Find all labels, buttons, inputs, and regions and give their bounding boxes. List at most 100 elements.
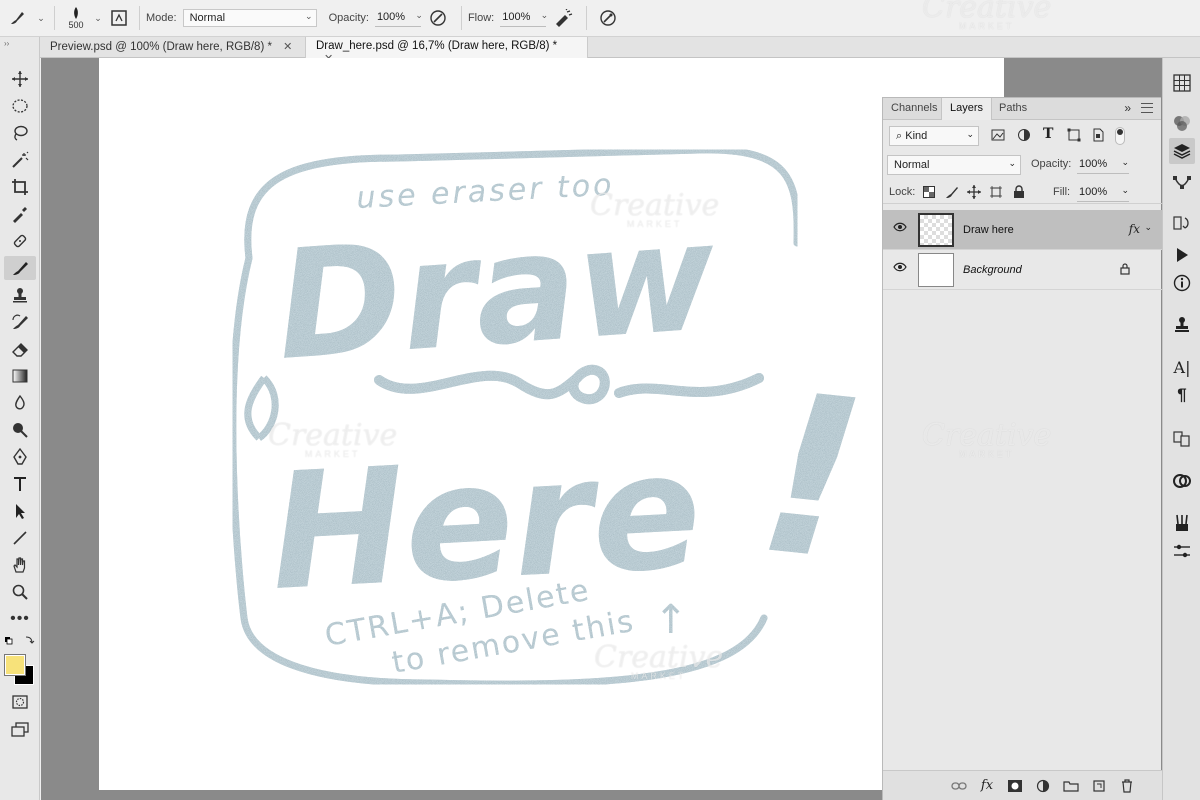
- paths-panel-icon[interactable]: [1169, 170, 1195, 196]
- layers-panel-icon[interactable]: [1169, 138, 1195, 164]
- libraries-cc-icon[interactable]: [1169, 468, 1195, 494]
- fill-field[interactable]: 100% ⌄: [1077, 184, 1129, 202]
- shape-filter-icon[interactable]: [1067, 128, 1081, 145]
- airbrush-icon[interactable]: [546, 0, 580, 37]
- lock-artboard-icon[interactable]: [989, 185, 1003, 202]
- add-mask-icon[interactable]: [1004, 775, 1026, 797]
- magic-wand-tool-icon[interactable]: [4, 148, 36, 172]
- smart-object-filter-icon[interactable]: [1091, 128, 1105, 145]
- pressure-opacity-icon[interactable]: [421, 0, 455, 37]
- brushes-panel-icon[interactable]: [1169, 510, 1195, 536]
- tab-label: Preview.psd @ 100% (Draw here, RGB/8) *: [50, 41, 272, 53]
- visibility-eye-icon[interactable]: [893, 222, 907, 235]
- layers-panel: Channels Layers Paths » ⌕ Kind ⌄ T Norma…: [882, 97, 1162, 800]
- glyphs-panel-icon[interactable]: [1169, 426, 1195, 452]
- eraser-tool-icon[interactable]: [4, 337, 36, 361]
- blur-tool-icon[interactable]: [4, 391, 36, 415]
- crop-tool-icon[interactable]: [4, 175, 36, 199]
- default-colors-icon[interactable]: [4, 635, 36, 647]
- panel-menu-icon[interactable]: [1141, 103, 1153, 113]
- dodge-tool-icon[interactable]: [4, 418, 36, 442]
- eyedropper-tool-icon[interactable]: [4, 202, 36, 226]
- quick-mask-icon[interactable]: [4, 690, 36, 714]
- lasso-tool-icon[interactable]: [4, 121, 36, 145]
- new-adjustment-layer-icon[interactable]: [1032, 775, 1054, 797]
- layer-row-draw-here[interactable]: Draw here fx ⌄: [883, 210, 1162, 250]
- layer-name: Draw here: [963, 224, 1014, 236]
- info-icon[interactable]: [1169, 270, 1195, 296]
- blend-mode-select[interactable]: Normal ⌄: [887, 155, 1021, 175]
- histogram-grid-icon[interactable]: [1169, 70, 1195, 96]
- lock-position-icon[interactable]: [967, 185, 981, 202]
- actions-play-icon[interactable]: [1169, 242, 1195, 268]
- type-tool-icon[interactable]: [4, 472, 36, 496]
- filter-type-select[interactable]: ⌕ Kind ⌄: [889, 126, 979, 146]
- visibility-eye-icon[interactable]: [893, 262, 907, 275]
- blend-row: Normal ⌄ Opacity: 100% ⌄: [883, 154, 1162, 176]
- close-icon[interactable]: ✕: [283, 41, 292, 53]
- brush-tool-icon[interactable]: [4, 256, 36, 280]
- line-tool-icon[interactable]: [4, 526, 36, 550]
- pixel-filter-icon[interactable]: [991, 128, 1005, 145]
- clone-stamp-tool-icon[interactable]: [4, 283, 36, 307]
- pen-tool-icon[interactable]: [4, 445, 36, 469]
- adjustment-filter-icon[interactable]: [1017, 128, 1031, 145]
- tab-preview-document[interactable]: Preview.psd @ 100% (Draw here, RGB/8) * …: [40, 37, 306, 58]
- lock-transparent-pixels-icon[interactable]: [923, 186, 935, 201]
- brush-size-chevron-down-icon[interactable]: ⌄: [91, 0, 105, 37]
- new-group-icon[interactable]: [1060, 775, 1082, 797]
- layer-thumbnail: [918, 253, 954, 287]
- adjustments-sliders-icon[interactable]: [1169, 538, 1195, 564]
- marquee-tool-icon[interactable]: [4, 94, 36, 118]
- tab-draw-here-document[interactable]: Draw_here.psd @ 16,7% (Draw here, RGB/8)…: [306, 37, 588, 65]
- lock-image-pixels-icon[interactable]: [945, 185, 959, 202]
- opacity-value: 100%: [376, 11, 406, 23]
- path-selection-tool-icon[interactable]: [4, 499, 36, 523]
- artwork-exclamation: !: [749, 345, 876, 610]
- hand-tool-icon[interactable]: [4, 553, 36, 577]
- separator: [460, 6, 462, 30]
- layer-opacity-field[interactable]: 100% ⌄: [1077, 156, 1129, 174]
- history-brush-tool-icon[interactable]: [4, 310, 36, 334]
- brush-size-picker[interactable]: 500: [61, 0, 91, 37]
- move-tool-icon[interactable]: [4, 67, 36, 91]
- healing-brush-tool-icon[interactable]: [4, 229, 36, 253]
- more-tools-icon[interactable]: •••: [4, 607, 36, 631]
- filter-toggle[interactable]: [1115, 127, 1125, 145]
- color-swatches-icon[interactable]: [1169, 110, 1195, 136]
- flow-field[interactable]: 100% ⌄: [500, 9, 548, 27]
- pressure-size-icon[interactable]: [593, 0, 623, 37]
- lock-all-icon[interactable]: [1013, 185, 1025, 202]
- character-panel-icon[interactable]: A|: [1169, 354, 1195, 380]
- tab-paths[interactable]: Paths: [991, 98, 1035, 120]
- tab-channels[interactable]: Channels: [883, 98, 945, 120]
- zoom-tool-icon[interactable]: [4, 580, 36, 604]
- preset-chevron-down-icon[interactable]: ⌄: [34, 0, 48, 37]
- paragraph-panel-icon[interactable]: ¶: [1169, 382, 1195, 408]
- chevron-down-icon[interactable]: ⌄: [1144, 222, 1152, 233]
- separator: [54, 6, 55, 30]
- gradient-tool-icon[interactable]: [4, 364, 36, 388]
- document-canvas[interactable]: use eraser too Draw Here ! CTRL+A; Delet…: [99, 58, 1004, 790]
- add-layer-style-icon[interactable]: fx: [976, 775, 998, 797]
- clone-source-icon[interactable]: [1169, 312, 1195, 338]
- brush-settings-panel-icon[interactable]: [105, 0, 133, 37]
- mode-select[interactable]: Normal ⌄: [182, 9, 317, 27]
- collapse-toolbar-icon[interactable]: ››: [4, 39, 9, 48]
- chevron-down-icon: ⌄: [966, 129, 974, 139]
- collapse-panel-icon[interactable]: »: [1124, 101, 1131, 115]
- history-panel-icon[interactable]: [1169, 210, 1195, 236]
- lock-icon: [1120, 263, 1130, 278]
- opacity-label: Opacity:: [328, 12, 369, 24]
- new-layer-icon[interactable]: [1088, 775, 1110, 797]
- screen-mode-icon[interactable]: [4, 717, 36, 741]
- brush-tool-preset-icon[interactable]: [0, 0, 34, 37]
- type-filter-icon[interactable]: T: [1043, 126, 1053, 142]
- delete-layer-icon[interactable]: [1116, 775, 1138, 797]
- opacity-field[interactable]: 100% ⌄: [374, 9, 423, 27]
- layer-effects-icon[interactable]: fx: [1129, 222, 1140, 236]
- layer-row-background[interactable]: Background: [883, 250, 1162, 290]
- tab-layers[interactable]: Layers: [941, 98, 993, 120]
- link-layers-icon[interactable]: [948, 775, 970, 797]
- foreground-color-swatch[interactable]: [4, 654, 26, 676]
